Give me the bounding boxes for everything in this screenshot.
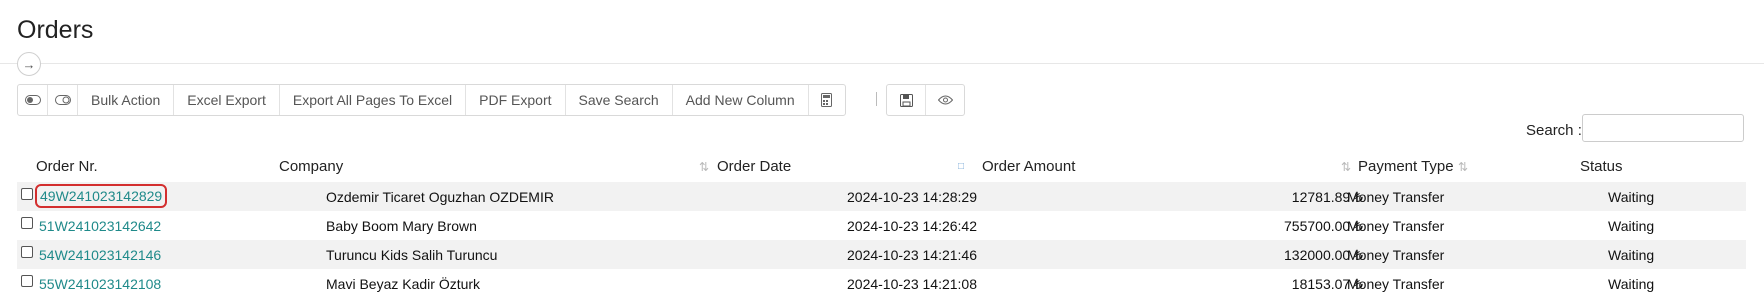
expand-arrow-button[interactable]: →	[17, 52, 41, 76]
toggle-off-icon	[54, 95, 71, 105]
column-header-order-nr[interactable]: Order Nr.	[36, 158, 98, 175]
status-cell: Waiting	[1608, 247, 1655, 263]
search-label: Search :	[1526, 122, 1582, 139]
company-cell: Ozdemir Ticaret Oguzhan OZDEMIR	[326, 189, 554, 205]
table-toolbar: Bulk Action Excel Export Export All Page…	[17, 84, 846, 116]
save-button[interactable]	[887, 85, 926, 115]
order-number-link[interactable]: 49W241023142829	[35, 184, 168, 208]
preview-button[interactable]	[926, 85, 964, 115]
table-row: 51W241023142642 Baby Boom Mary Brown 202…	[17, 211, 1746, 240]
sort-icon[interactable]: □	[958, 161, 968, 175]
column-header-payment-type[interactable]: Payment Type	[1358, 158, 1454, 175]
pdf-export-button[interactable]: PDF Export	[466, 85, 566, 115]
floppy-disk-icon	[899, 93, 913, 107]
arrow-right-icon: →	[22, 56, 36, 72]
eye-icon	[937, 95, 953, 105]
bulk-action-button[interactable]: Bulk Action	[78, 85, 175, 115]
toggle-icon	[24, 95, 41, 105]
column-header-order-date[interactable]: Order Date	[717, 158, 791, 175]
sort-icon[interactable]: ⇅	[699, 160, 709, 174]
sort-icon[interactable]: ⇅	[1341, 160, 1351, 174]
payment-type-cell: Money Transfer	[1347, 276, 1445, 292]
export-all-pages-button[interactable]: Export All Pages To Excel	[280, 85, 467, 115]
order-number-link[interactable]: 54W241023142146	[39, 247, 161, 263]
search-input[interactable]	[1582, 114, 1744, 142]
status-cell: Waiting	[1608, 189, 1655, 205]
row-checkbox[interactable]	[21, 188, 33, 200]
column-header-status[interactable]: Status	[1580, 158, 1623, 175]
toggle-columns-button[interactable]	[18, 85, 48, 115]
company-cell: Turuncu Kids Salih Turuncu	[326, 247, 498, 263]
payment-type-cell: Money Transfer	[1347, 218, 1445, 234]
status-cell: Waiting	[1608, 276, 1655, 292]
order-number-link[interactable]: 55W241023142108	[39, 276, 161, 292]
row-checkbox[interactable]	[21, 275, 33, 287]
payment-type-cell: Money Transfer	[1347, 189, 1445, 205]
toolbar-separator	[876, 92, 877, 106]
order-date-cell: 2024-10-23 14:28:29	[847, 189, 977, 205]
order-date-cell: 2024-10-23 14:26:42	[847, 218, 977, 234]
add-new-column-button[interactable]: Add New Column	[673, 85, 809, 115]
company-cell: Mavi Beyaz Kadir Özturk	[326, 276, 481, 292]
order-number-link[interactable]: 51W241023142642	[39, 218, 161, 234]
table-row: 49W241023142829 Ozdemir Ticaret Oguzhan …	[17, 182, 1746, 211]
table-row: 54W241023142146 Turuncu Kids Salih Turun…	[17, 240, 1746, 269]
excel-export-button[interactable]: Excel Export	[174, 85, 280, 115]
column-header-company[interactable]: Company	[279, 158, 343, 175]
company-cell: Baby Boom Mary Brown	[326, 218, 477, 234]
save-search-button[interactable]: Save Search	[566, 85, 673, 115]
order-date-cell: 2024-10-23 14:21:46	[847, 247, 977, 263]
calculator-icon	[821, 93, 833, 107]
header-divider	[0, 63, 1764, 64]
payment-type-cell: Money Transfer	[1347, 247, 1445, 263]
secondary-toolbar	[886, 84, 965, 116]
table-row: 55W241023142108 Mavi Beyaz Kadir Özturk …	[17, 269, 1746, 298]
page-title: Orders	[17, 16, 94, 44]
sort-icon[interactable]: ⇅	[1458, 160, 1468, 174]
column-header-order-amount[interactable]: Order Amount	[982, 158, 1075, 175]
status-cell: Waiting	[1608, 218, 1655, 234]
order-date-cell: 2024-10-23 14:21:08	[847, 276, 977, 292]
row-checkbox[interactable]	[21, 217, 33, 229]
calculator-button[interactable]	[809, 85, 845, 115]
toggle-view-button[interactable]	[48, 85, 78, 115]
row-checkbox[interactable]	[21, 246, 33, 258]
